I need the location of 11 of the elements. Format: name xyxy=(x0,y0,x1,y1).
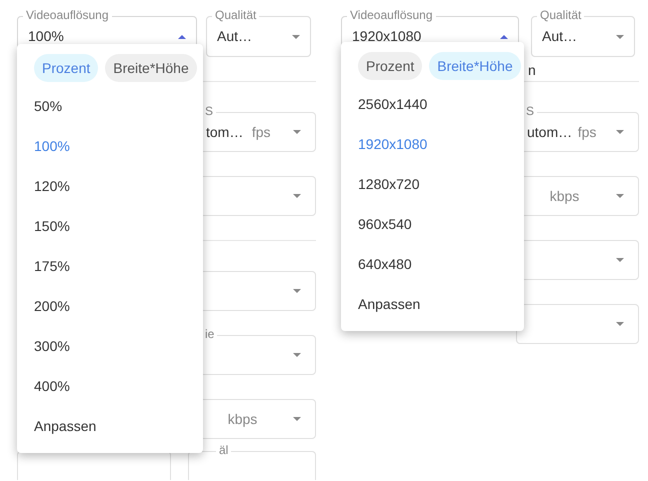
unit-label: kbps xyxy=(550,186,580,206)
field-value: utom… xyxy=(527,122,572,142)
section-title: n xyxy=(527,61,536,80)
unit-label: kbps xyxy=(228,410,258,429)
unit-label: fps xyxy=(252,122,271,142)
field-label: Videoauflösung xyxy=(23,7,112,23)
field-label: Videoauflösung xyxy=(347,7,436,23)
unit-label: fps xyxy=(578,122,596,142)
field-label: Qualität xyxy=(537,7,584,23)
field-label: Qualität xyxy=(212,7,260,23)
field-value: tom… xyxy=(206,122,244,142)
